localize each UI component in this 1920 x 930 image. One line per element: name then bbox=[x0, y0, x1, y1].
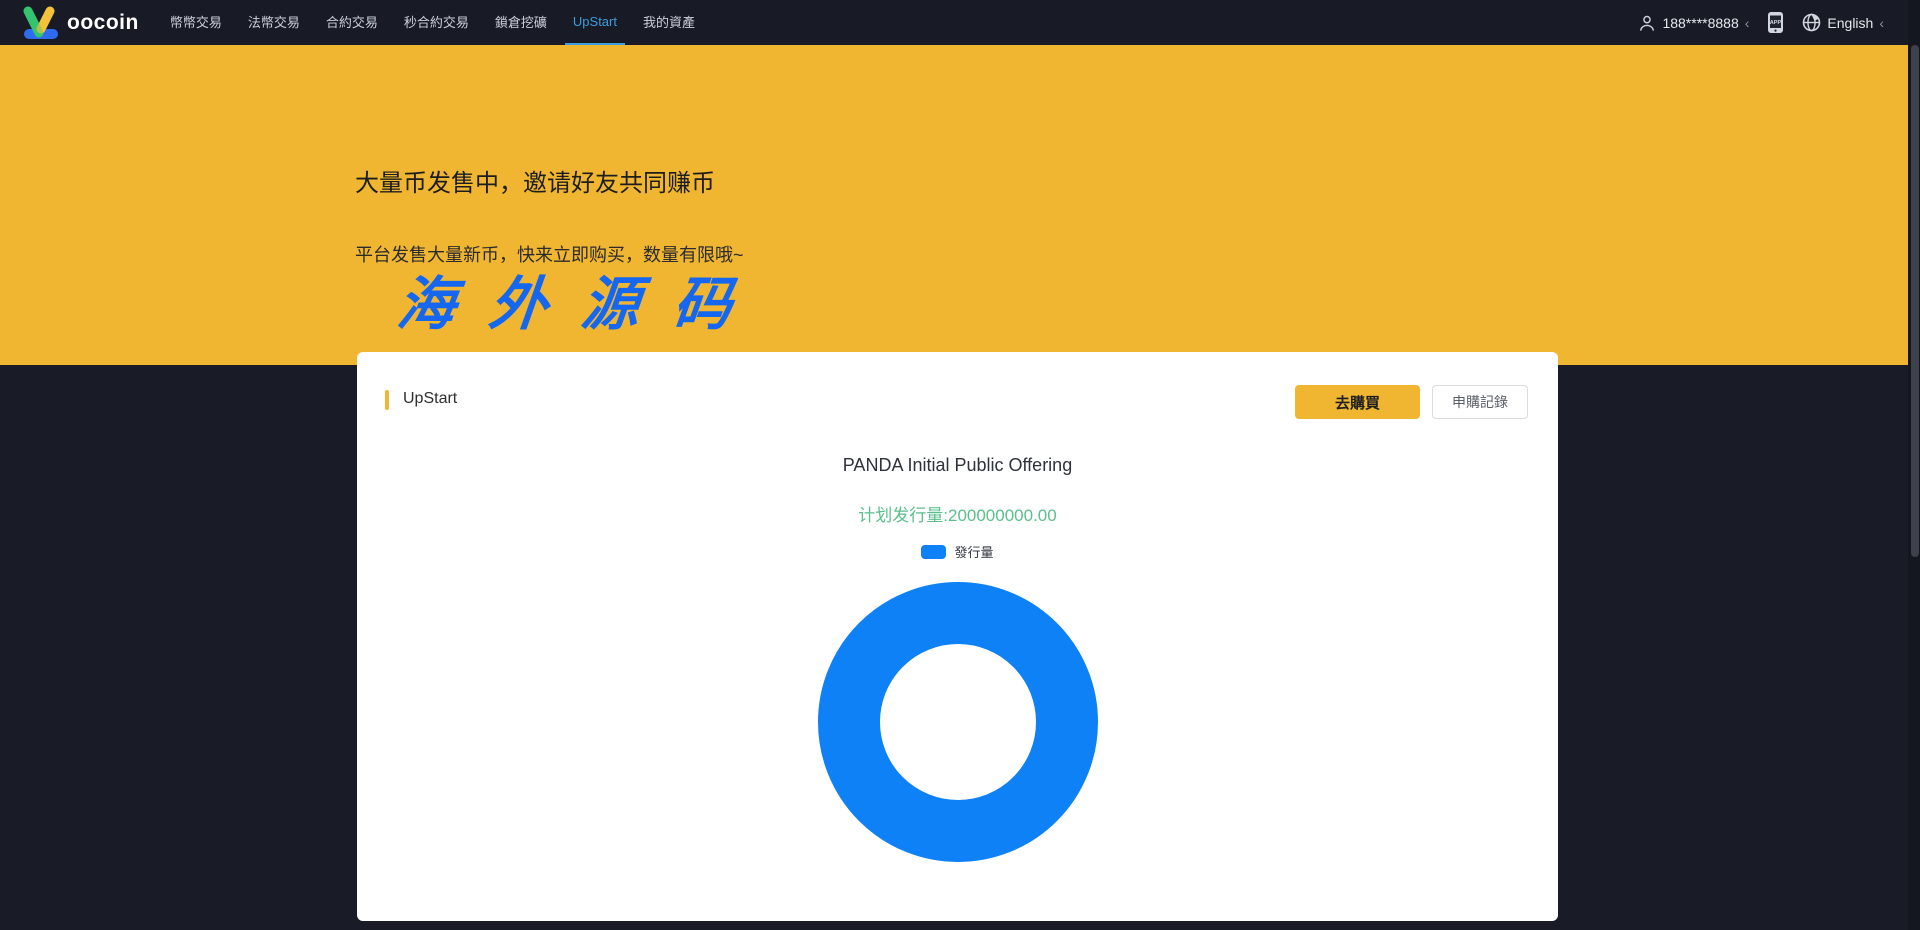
language-chevron-icon: ‹ bbox=[1879, 16, 1884, 30]
scrollbar-thumb[interactable] bbox=[1911, 45, 1919, 557]
nav-menu: 幣幣交易 法幣交易 合約交易 秒合約交易 鎖倉挖礦 UpStart 我的資產 bbox=[157, 0, 708, 45]
nav-item-upstart[interactable]: UpStart bbox=[565, 0, 625, 45]
upstart-card: UpStart 去購買 申購記錄 PANDA Initial Public Of… bbox=[357, 352, 1558, 921]
nav-item-contract[interactable]: 合約交易 bbox=[318, 0, 386, 45]
globe-icon bbox=[1802, 13, 1821, 32]
language-label: English bbox=[1827, 15, 1873, 31]
ipo-chart: PANDA Initial Public Offering 计划发行量:2000… bbox=[357, 352, 1558, 921]
nav-item-fiat-trade[interactable]: 法幣交易 bbox=[240, 0, 308, 45]
nav-item-assets[interactable]: 我的資產 bbox=[635, 0, 703, 45]
donut-chart-wrap bbox=[357, 582, 1558, 862]
planned-issuance-label: 计划发行量:200000000.00 bbox=[357, 501, 1558, 526]
user-chevron-icon: ‹ bbox=[1745, 16, 1750, 30]
logo-v-icon bbox=[20, 5, 64, 41]
logo[interactable]: oocoin bbox=[20, 5, 139, 41]
watermark-text: 海外源码 bbox=[394, 257, 771, 341]
app-download-button[interactable]: APP bbox=[1767, 11, 1784, 34]
user-menu[interactable]: 188****8888 ‹ bbox=[1638, 14, 1749, 32]
chart-legend-item[interactable]: 發行量 bbox=[357, 542, 1558, 561]
legend-swatch bbox=[921, 545, 946, 559]
scrollbar-track[interactable] bbox=[1908, 0, 1920, 930]
app-phone-icon: APP bbox=[1767, 11, 1784, 34]
nav-item-coin-trade[interactable]: 幣幣交易 bbox=[162, 0, 230, 45]
legend-label: 發行量 bbox=[954, 542, 993, 561]
chart-title: PANDA Initial Public Offering bbox=[357, 455, 1558, 476]
nav-right: 188****8888 ‹ APP English bbox=[1638, 11, 1884, 34]
user-icon bbox=[1638, 14, 1656, 32]
donut-ring bbox=[818, 582, 1098, 862]
hero-banner: 大量币发售中，邀请好友共同赚币 平台发售大量新币，快来立即购买，数量有限哦~ 海… bbox=[0, 45, 1908, 365]
top-navbar: oocoin 幣幣交易 法幣交易 合約交易 秒合約交易 鎖倉挖礦 UpStart… bbox=[0, 0, 1908, 45]
nav-item-mining[interactable]: 鎖倉挖礦 bbox=[487, 0, 555, 45]
nav-item-sec-contract[interactable]: 秒合約交易 bbox=[396, 0, 477, 45]
hero-title: 大量币发售中，邀请好友共同赚币 bbox=[355, 163, 715, 198]
svg-text:APP: APP bbox=[1770, 20, 1782, 26]
language-selector[interactable]: English ‹ bbox=[1802, 13, 1884, 32]
logo-text: oocoin bbox=[67, 11, 139, 35]
user-phone: 188****8888 bbox=[1662, 15, 1738, 31]
page: oocoin 幣幣交易 法幣交易 合約交易 秒合約交易 鎖倉挖礦 UpStart… bbox=[0, 0, 1920, 930]
